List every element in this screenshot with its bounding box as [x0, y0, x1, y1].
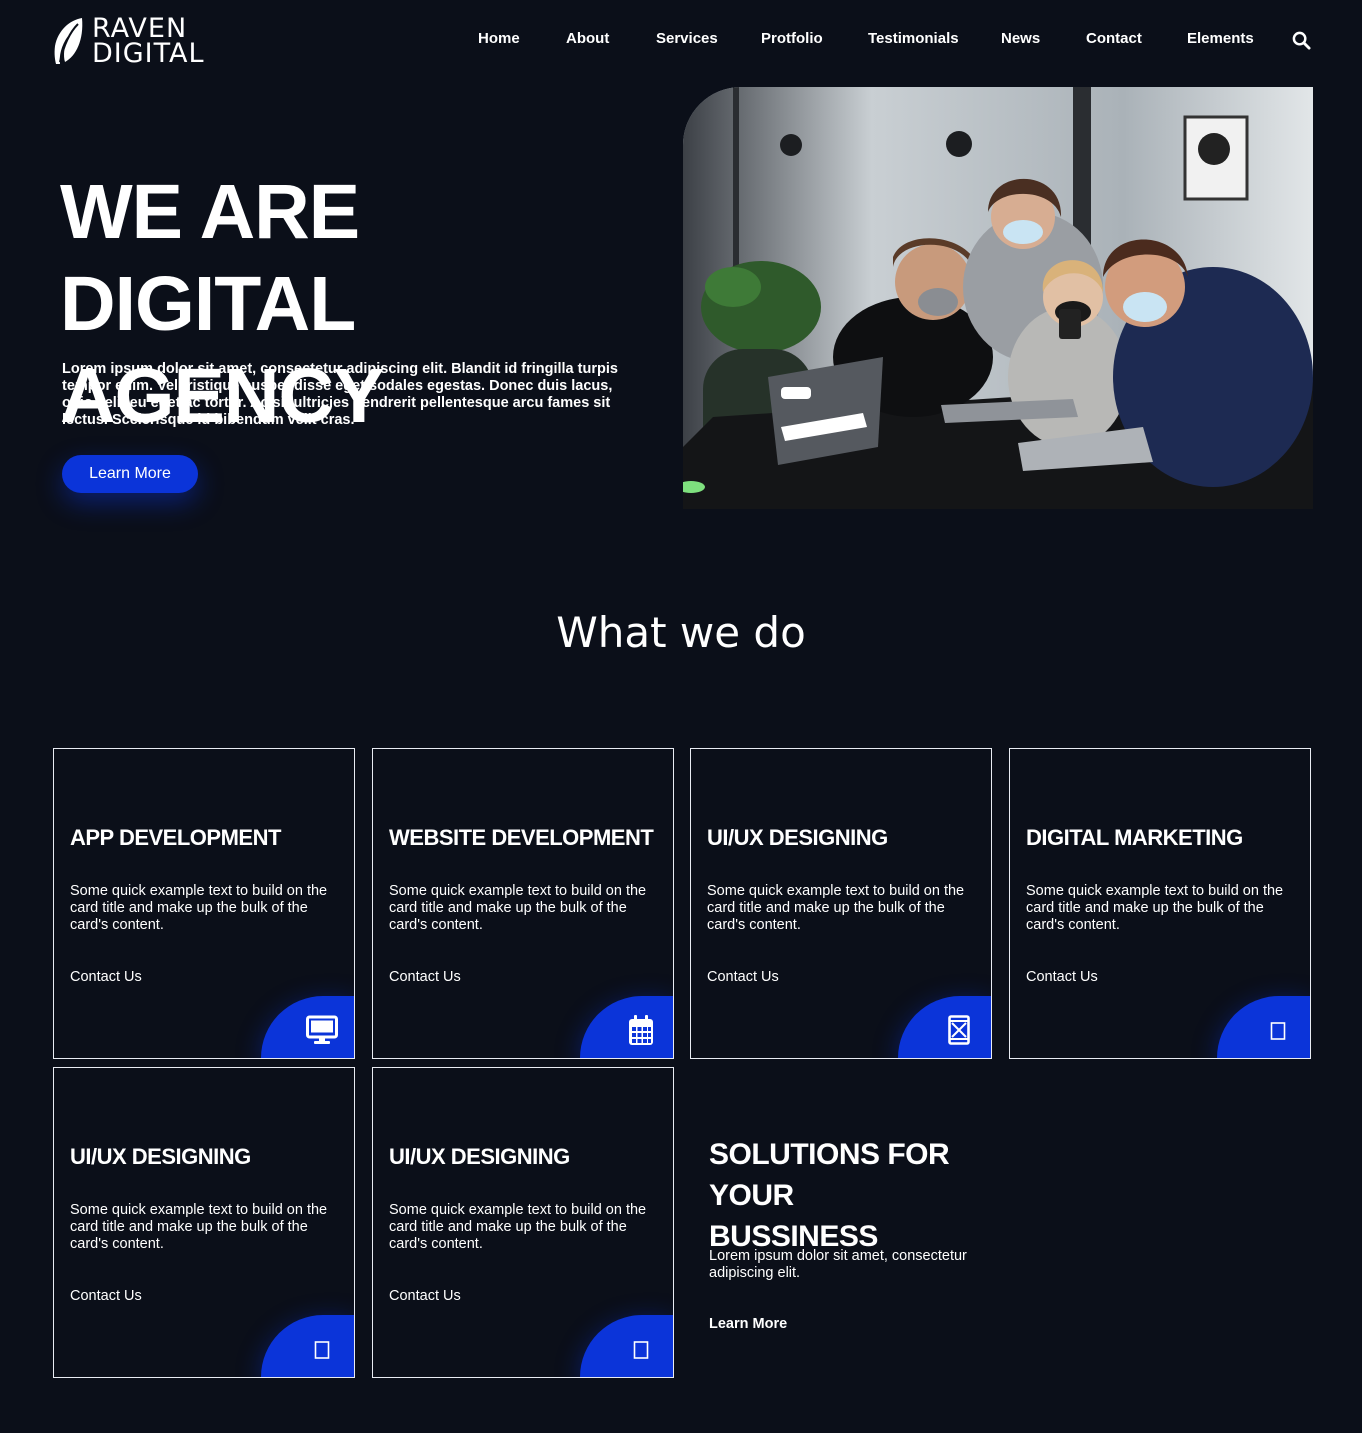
card-title: UI/UX DESIGNING [707, 825, 888, 850]
card-title: APP DEVELOPMENT [70, 825, 281, 850]
hero-title-line1: WE ARE DIGITAL [60, 169, 360, 347]
hero-team-photo [683, 87, 1313, 509]
service-card-ui-ux-designing: UI/UX DESIGNING Some quick example text … [690, 748, 992, 1059]
missing-glyph-icon [633, 1341, 649, 1359]
service-card-website-development: WEBSITE DEVELOPMENT Some quick example t… [372, 748, 674, 1059]
solutions-learn-more-link[interactable]: Learn More [709, 1316, 787, 1332]
card-icon-badge[interactable] [261, 1315, 354, 1377]
team-photo-illustration [683, 87, 1313, 509]
service-card-ui-ux-designing-3: UI/UX DESIGNING Some quick example text … [372, 1067, 674, 1378]
nav-item-home[interactable]: Home [478, 30, 520, 47]
card-icon-badge[interactable] [580, 996, 673, 1058]
desktop-icon [306, 1015, 338, 1044]
nav-item-elements[interactable]: Elements [1187, 30, 1254, 47]
card-title: WEBSITE DEVELOPMENT [389, 825, 654, 850]
nav-item-about[interactable]: About [566, 30, 609, 47]
hero-description: Lorem ipsum dolor sit amet, consectetur … [62, 361, 618, 428]
service-card-ui-ux-designing-2: UI/UX DESIGNING Some quick example text … [53, 1067, 355, 1378]
search-icon[interactable] [1292, 31, 1311, 50]
contact-us-link[interactable]: Contact Us [707, 969, 779, 985]
calendar-icon [629, 1015, 653, 1045]
service-card-digital-marketing: DIGITAL MARKETING Some quick example tex… [1009, 748, 1311, 1059]
contact-us-link[interactable]: Contact Us [70, 1288, 142, 1304]
card-icon-badge[interactable] [1217, 996, 1310, 1058]
mobile-icon [948, 1015, 970, 1045]
card-text: Some quick example text to build on the … [1026, 883, 1284, 933]
nav-item-contact[interactable]: Contact [1086, 30, 1142, 47]
card-text: Some quick example text to build on the … [389, 883, 647, 933]
nav-item-protfolio[interactable]: Protfolio [761, 30, 823, 47]
solutions-title: SOLUTIONS FOR YOUR BUSSINESS [709, 1134, 1039, 1257]
service-card-app-development: APP DEVELOPMENT Some quick example text … [53, 748, 355, 1059]
nav-item-services[interactable]: Services [656, 30, 718, 47]
contact-us-link[interactable]: Contact Us [1026, 969, 1098, 985]
section-heading: What we do [556, 608, 806, 657]
learn-more-button[interactable]: Learn More [62, 455, 198, 493]
missing-glyph-icon [1270, 1022, 1286, 1040]
card-icon-badge[interactable] [261, 996, 354, 1058]
card-title: UI/UX DESIGNING [389, 1144, 570, 1169]
solutions-title-line1: SOLUTIONS FOR YOUR [709, 1138, 950, 1212]
card-title: UI/UX DESIGNING [70, 1144, 251, 1169]
contact-us-link[interactable]: Contact Us [389, 969, 461, 985]
nav-item-testimonials[interactable]: Testimonials [868, 30, 959, 47]
missing-glyph-icon [314, 1341, 330, 1359]
contact-us-link[interactable]: Contact Us [389, 1288, 461, 1304]
card-icon-badge[interactable] [898, 996, 991, 1058]
solutions-description: Lorem ipsum dolor sit amet, consectetur … [709, 1248, 967, 1281]
card-text: Some quick example text to build on the … [70, 1202, 328, 1252]
card-text: Some quick example text to build on the … [707, 883, 965, 933]
nav-item-news[interactable]: News [1001, 30, 1040, 47]
card-title: DIGITAL MARKETING [1026, 825, 1243, 850]
card-text: Some quick example text to build on the … [389, 1202, 647, 1252]
card-text: Some quick example text to build on the … [70, 883, 328, 933]
contact-us-link[interactable]: Contact Us [70, 969, 142, 985]
main-nav: Home About Services Protfolio Testimonia… [0, 30, 1362, 54]
card-icon-badge[interactable] [580, 1315, 673, 1377]
